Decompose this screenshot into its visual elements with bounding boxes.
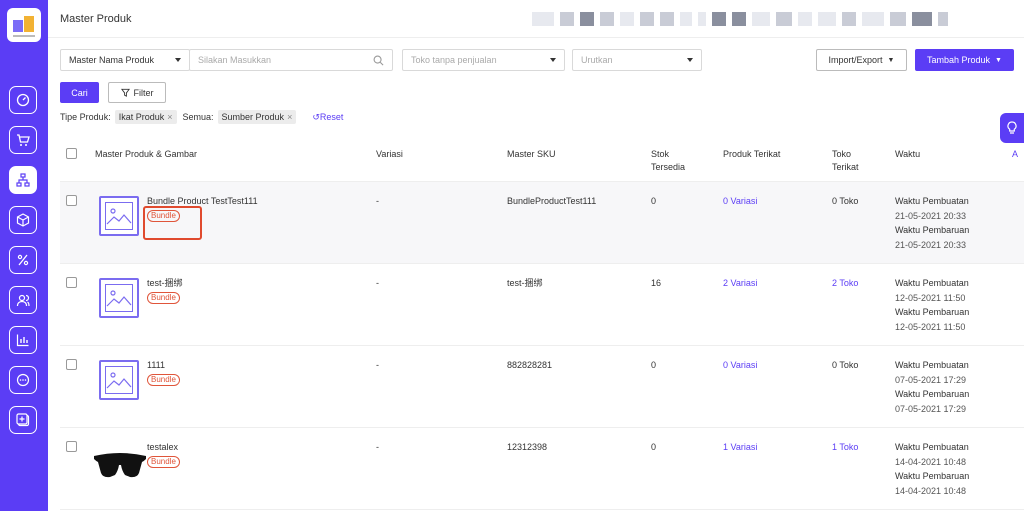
- top-bar: Master Produk: [48, 0, 1024, 38]
- sidebar: [0, 0, 48, 511]
- linked-stores-link[interactable]: 1 Toko: [832, 440, 858, 455]
- box-icon[interactable]: [9, 206, 37, 234]
- filter-tag-source[interactable]: Sumber Produk ×: [217, 110, 297, 124]
- product-image-placeholder: [99, 196, 139, 236]
- product-image-placeholder: [99, 278, 139, 318]
- linked-stores-link[interactable]: 2 Toko: [832, 276, 858, 291]
- table-row[interactable]: testalex Bundle - 12312398 0 1 Variasi 1…: [60, 428, 1024, 510]
- product-tree-icon[interactable]: [9, 166, 37, 194]
- table-header: Master Produk & Gambar Variasi Master SK…: [60, 138, 1024, 182]
- chevron-down-icon: [550, 58, 556, 62]
- page-title: Master Produk: [60, 13, 132, 25]
- users-icon[interactable]: [9, 286, 37, 314]
- search-input[interactable]: Silakan Masukkan: [189, 49, 393, 71]
- column-header: Master SKU: [507, 149, 556, 159]
- active-filters: Tipe Produk: Ikat Produk × Semua: Sumber …: [60, 110, 344, 124]
- dashboard-icon[interactable]: [9, 86, 37, 114]
- column-header: Stok Tersedia: [651, 149, 686, 172]
- row-checkbox[interactable]: [66, 195, 77, 206]
- linked-variants-link[interactable]: 0 Variasi: [723, 358, 757, 373]
- column-header: Master Produk & Gambar: [95, 149, 198, 159]
- filter-tag-type[interactable]: Ikat Produk ×: [114, 110, 177, 124]
- column-header: Toko Terikat: [832, 149, 859, 172]
- store-select[interactable]: Toko tanpa penjualan: [402, 49, 565, 71]
- filter-button[interactable]: Filter: [108, 82, 166, 103]
- search-button[interactable]: Cari: [60, 82, 99, 103]
- product-image-placeholder: [99, 360, 139, 400]
- table-row[interactable]: 1111 Bundle - 882828281 0 0 Variasi 0 To…: [60, 346, 1024, 428]
- column-header: Produk Terikat: [723, 149, 781, 159]
- add-product-button[interactable]: Tambah Produk ▼: [915, 49, 1014, 71]
- linked-variants-link[interactable]: 0 Variasi: [723, 194, 757, 209]
- column-header-truncated: A: [1012, 149, 1019, 159]
- close-icon[interactable]: ×: [167, 112, 172, 122]
- reset-icon: ↺: [312, 111, 320, 122]
- filter-icon: [120, 88, 130, 97]
- chart-icon[interactable]: [9, 326, 37, 354]
- chevron-down-icon: [687, 58, 693, 62]
- import-export-button[interactable]: Import/Export ▼: [816, 49, 907, 71]
- chevron-down-icon: [175, 58, 181, 62]
- cart-icon[interactable]: [9, 126, 37, 154]
- row-checkbox[interactable]: [66, 359, 77, 370]
- add-square-icon[interactable]: [9, 406, 37, 434]
- bundle-badge: Bundle: [147, 456, 180, 468]
- obscured-account-area: [532, 10, 1024, 28]
- app-logo[interactable]: [7, 8, 41, 42]
- select-all-checkbox[interactable]: [66, 148, 77, 159]
- table-row[interactable]: test-捆绑 Bundle - test-捆绑 16 2 Variasi 2 …: [60, 264, 1024, 346]
- product-name[interactable]: testalex: [147, 440, 178, 455]
- close-icon[interactable]: ×: [287, 112, 292, 122]
- bundle-badge: Bundle: [147, 374, 180, 386]
- row-checkbox[interactable]: [66, 441, 77, 452]
- sort-select[interactable]: Urutkan: [572, 49, 702, 71]
- caret-down-icon: ▼: [887, 56, 895, 64]
- table-row[interactable]: Bundle Product TestTest111 Bundle - Bund…: [60, 182, 1024, 264]
- bundle-badge: Bundle: [147, 292, 180, 304]
- chat-icon[interactable]: [9, 366, 37, 394]
- highlight-box: [143, 206, 202, 240]
- reset-button[interactable]: ↺Reset: [312, 112, 343, 123]
- column-header: Variasi: [376, 149, 403, 159]
- caret-down-icon: ▼: [995, 56, 1002, 64]
- row-checkbox[interactable]: [66, 277, 77, 288]
- linked-variants-link[interactable]: 1 Variasi: [723, 440, 757, 455]
- product-name[interactable]: test-捆绑: [147, 276, 183, 291]
- column-header: Waktu: [895, 149, 921, 159]
- search-icon[interactable]: [373, 55, 384, 66]
- linked-variants-link[interactable]: 2 Variasi: [723, 276, 757, 291]
- search-field-select[interactable]: Master Nama Produk: [60, 49, 190, 71]
- percent-icon[interactable]: [9, 246, 37, 274]
- sunglasses-product-image: [94, 453, 146, 478]
- product-name[interactable]: 1111: [147, 358, 165, 373]
